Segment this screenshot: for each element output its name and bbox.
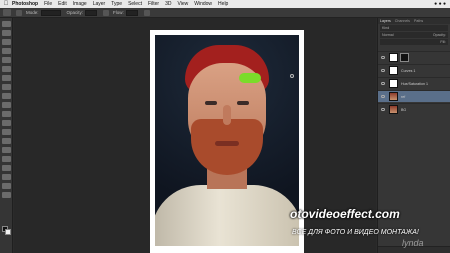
stamp-tool-icon[interactable]	[1, 93, 11, 99]
history-brush-tool-icon[interactable]	[1, 102, 11, 108]
tab-layers[interactable]: Layers	[380, 19, 391, 23]
layer-row[interactable]: Curves 1	[378, 64, 450, 76]
layer-thumbnail	[389, 53, 398, 62]
zoom-tool-icon[interactable]	[1, 192, 11, 198]
layer-row[interactable]	[378, 51, 450, 63]
menu-file[interactable]: File	[44, 1, 52, 7]
hand-tool-icon[interactable]	[1, 183, 11, 189]
mode-label: Mode:	[26, 10, 39, 15]
opacity-label-panel: Opacity:	[432, 33, 446, 37]
visibility-eye-icon[interactable]	[381, 82, 385, 85]
eraser-tool-icon[interactable]	[1, 111, 11, 117]
menu-edit[interactable]: Edit	[58, 1, 67, 7]
healing-tool-icon[interactable]	[1, 75, 11, 81]
crop-tool-icon[interactable]	[1, 57, 11, 63]
layer-filter-row[interactable]: Kind	[380, 25, 448, 31]
brush-preset-icon[interactable]	[3, 9, 11, 16]
brush-cursor-icon	[290, 74, 294, 78]
marquee-tool-icon[interactable]	[1, 30, 11, 36]
options-bar: Mode: Opacity: Flow:	[0, 8, 450, 18]
layer-thumbnail	[389, 66, 398, 75]
menu-filter[interactable]: Filter	[148, 1, 159, 7]
nose-shape	[223, 105, 231, 125]
layer-row[interactable]: Hue/Saturation 1	[378, 77, 450, 89]
mode-select[interactable]	[40, 9, 61, 16]
layer-thumbnail	[389, 105, 398, 114]
menu-help[interactable]: Help	[218, 1, 228, 7]
brush-size-picker[interactable]	[16, 9, 22, 16]
move-tool-icon[interactable]	[1, 21, 11, 27]
tab-paths[interactable]: Paths	[414, 19, 423, 23]
beard-shape	[191, 119, 263, 175]
flow-field[interactable]	[125, 9, 138, 16]
app-menu[interactable]: Photoshop	[12, 1, 38, 7]
dodge-tool-icon[interactable]	[1, 138, 11, 144]
layer-thumbnail	[389, 79, 398, 88]
left-eye-shape	[205, 101, 217, 105]
apple-menu-icon[interactable]: 	[0, 0, 12, 8]
airbrush-toggle[interactable]	[143, 9, 150, 16]
layer-name: ref	[401, 94, 406, 99]
blur-tool-icon[interactable]	[1, 129, 11, 135]
blend-mode-row[interactable]: Normal Opacity:	[380, 32, 448, 38]
layer-name: BG	[401, 107, 407, 112]
shape-tool-icon[interactable]	[1, 174, 11, 180]
layer-name: Curves 1	[401, 68, 416, 73]
portrait-photo	[155, 35, 299, 246]
mouth-shape	[215, 141, 239, 146]
pen-tool-icon[interactable]	[1, 147, 11, 153]
visibility-eye-icon[interactable]	[381, 95, 385, 98]
menu-type[interactable]: Type	[111, 1, 122, 7]
fill-label: Fill:	[440, 40, 446, 44]
menu-layer[interactable]: Layer	[93, 1, 106, 7]
path-select-tool-icon[interactable]	[1, 165, 11, 171]
menu-3d[interactable]: 3D	[165, 1, 171, 7]
tab-channels[interactable]: Channels	[395, 19, 410, 23]
background-color-swatch[interactable]	[5, 229, 11, 235]
opacity-label: Opacity:	[66, 10, 84, 15]
quick-select-tool-icon[interactable]	[1, 48, 11, 54]
layer-thumbnail	[389, 92, 398, 101]
visibility-eye-icon[interactable]	[381, 108, 385, 111]
brush-tool-icon[interactable]	[1, 84, 11, 90]
pressure-opacity-toggle[interactable]	[103, 9, 110, 16]
tools-panel	[0, 18, 13, 253]
coat-shape	[155, 185, 299, 246]
menu-view[interactable]: View	[178, 1, 189, 7]
visibility-eye-icon[interactable]	[381, 69, 385, 72]
watermark-site: otovideoeffect.com	[290, 207, 400, 221]
right-eye-shape	[237, 101, 249, 105]
menu-select[interactable]: Select	[128, 1, 142, 7]
blend-mode-select[interactable]: Normal	[382, 33, 394, 37]
type-tool-icon[interactable]	[1, 156, 11, 162]
eyedropper-tool-icon[interactable]	[1, 66, 11, 72]
watermark-slogan: ВСЕ ДЛЯ ФОТО И ВИДЕО МОНТАЖА!	[292, 229, 419, 236]
opacity-field[interactable]	[85, 9, 98, 16]
gradient-tool-icon[interactable]	[1, 120, 11, 126]
kind-filter[interactable]: Kind	[382, 26, 389, 30]
mask-brush-stroke	[239, 73, 261, 83]
visibility-eye-icon[interactable]	[381, 56, 385, 59]
layer-row-selected[interactable]: ref	[378, 90, 450, 102]
panel-tabs: Layers Channels Paths	[378, 18, 450, 24]
document-canvas[interactable]	[150, 30, 304, 253]
flow-label: Flow:	[113, 10, 124, 15]
lasso-tool-icon[interactable]	[1, 39, 11, 45]
mac-menu-bar:  Photoshop File Edit Image Layer Type S…	[0, 0, 450, 8]
menu-window[interactable]: Window	[194, 1, 212, 7]
menubar-status-icons: ● ● ●	[434, 1, 446, 7]
lock-fill-row[interactable]: Fill:	[380, 39, 448, 45]
lynda-watermark: lynda	[402, 238, 424, 248]
menu-image[interactable]: Image	[73, 1, 87, 7]
layer-mask-thumbnail[interactable]	[400, 53, 409, 62]
layer-row[interactable]: BG	[378, 103, 450, 115]
layer-name: Hue/Saturation 1	[401, 81, 428, 86]
